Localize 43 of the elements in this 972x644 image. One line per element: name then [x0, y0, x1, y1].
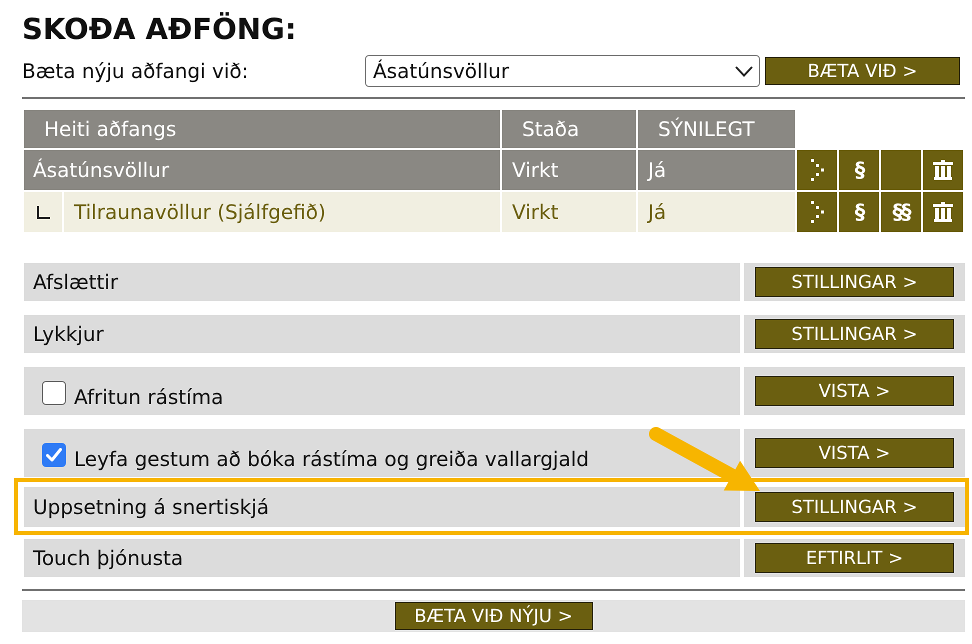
setting-label: Touch þjónusta	[33, 546, 184, 570]
table-cell: Ásatúnsvöllur	[24, 150, 500, 190]
table-cell: Já	[638, 192, 795, 232]
setting-label: Uppsetning á snertiskjá	[33, 495, 270, 519]
table-cell: Tilraunavöllur (Sjálfgefið)	[64, 192, 500, 232]
column-header: Staða	[502, 110, 636, 148]
table-cell: Virkt	[502, 150, 636, 190]
checkmark-icon	[46, 448, 62, 462]
page-title: SKOÐA AÐFÖNG:	[22, 11, 298, 46]
column-header: SÝNILEGT	[638, 110, 795, 148]
paragraph-sign-button[interactable]: §§	[881, 192, 921, 232]
table-cell: Virkt	[502, 192, 636, 232]
tree-branch-icon	[36, 206, 50, 218]
checkbox-label: Leyfa gestum að bóka rástíma og greiða vallargjald	[74, 447, 589, 471]
chevron-icon	[810, 159, 824, 181]
add-resource-label: Bæta nýju aðfangi við:	[22, 59, 248, 83]
add-button[interactable]: BÆTA VIÐ >	[765, 57, 960, 85]
column-header: Heiti aðfangs	[24, 110, 500, 148]
delete-button[interactable]	[923, 192, 963, 232]
checkbox[interactable]	[42, 381, 66, 405]
setting-label: Lykkjur	[33, 322, 104, 346]
table-cell: Já	[638, 150, 795, 190]
trash-icon	[933, 202, 953, 222]
chevron-icon	[810, 201, 824, 223]
setting-button[interactable]: STILLINGAR >	[755, 267, 954, 297]
setting-button[interactable]: STILLINGAR >	[755, 319, 954, 349]
open-button[interactable]	[797, 192, 837, 232]
setting-button[interactable]: STILLINGAR >	[755, 492, 954, 522]
paragraph-sign-button[interactable]: §	[839, 150, 879, 190]
trash-icon	[933, 160, 953, 180]
checkbox-label: Afritun rástíma	[74, 385, 224, 409]
chevron-down-icon	[735, 66, 753, 76]
delete-button[interactable]	[923, 150, 963, 190]
setting-button[interactable]: VISTA >	[755, 438, 954, 468]
setting-label: Afslættir	[33, 270, 118, 294]
add-new-button[interactable]: BÆTA VIÐ NÝJU >	[394, 602, 592, 630]
setting-button[interactable]: VISTA >	[755, 376, 954, 406]
resource-select[interactable]: Ásatúnsvöllur	[365, 55, 760, 87]
open-button[interactable]	[797, 150, 837, 190]
setting-button[interactable]: EFTIRLIT >	[755, 543, 954, 573]
checkbox[interactable]	[42, 443, 66, 467]
empty-action-cell	[881, 150, 921, 190]
paragraph-sign-button[interactable]: §	[839, 192, 879, 232]
